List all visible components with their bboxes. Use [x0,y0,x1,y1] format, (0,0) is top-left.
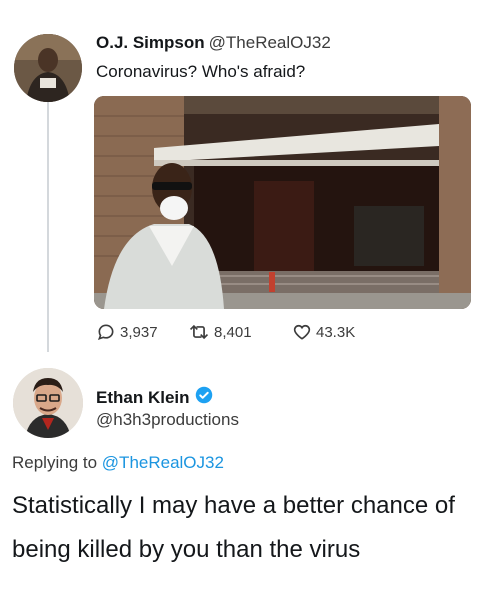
tweet1-author: O.J. Simpson @TheRealOJ32 [96,33,331,53]
reply-count: 3,937 [120,323,158,341]
tweet1-photo[interactable] [94,96,471,309]
retweet-action[interactable]: 8,401 [188,322,252,342]
retweet-count: 8,401 [214,323,252,341]
like-icon [292,322,312,342]
tweet2-text: Statistically I may have a better chance… [12,492,455,563]
tweet1-author-handle[interactable]: @TheRealOJ32 [209,33,331,52]
tweet1-author-name[interactable]: O.J. Simpson [96,33,205,52]
replying-to-line: Replying to @TheRealOJ32 [12,453,224,473]
like-count: 43.3K [316,323,356,341]
tweet2-author-name[interactable]: Ethan Klein [96,388,190,408]
verified-badge-icon [195,386,213,409]
like-action[interactable]: 43.3K [292,322,355,342]
reply-action[interactable]: 3,937 [96,322,158,342]
avatar-ethan-klein[interactable] [13,368,83,438]
retweet-icon [188,322,210,342]
replying-to-mention[interactable]: @TheRealOJ32 [102,453,224,472]
thread-line [47,100,49,352]
reply-icon [96,322,116,342]
tweet2-author: Ethan Klein [96,386,213,409]
tweet1-text: Coronavirus? Who's afraid? [96,62,306,81]
replying-prefix: Replying to [12,453,98,472]
avatar-oj-simpson[interactable] [14,34,82,102]
tweet2-author-handle[interactable]: @h3h3productions [96,410,239,430]
